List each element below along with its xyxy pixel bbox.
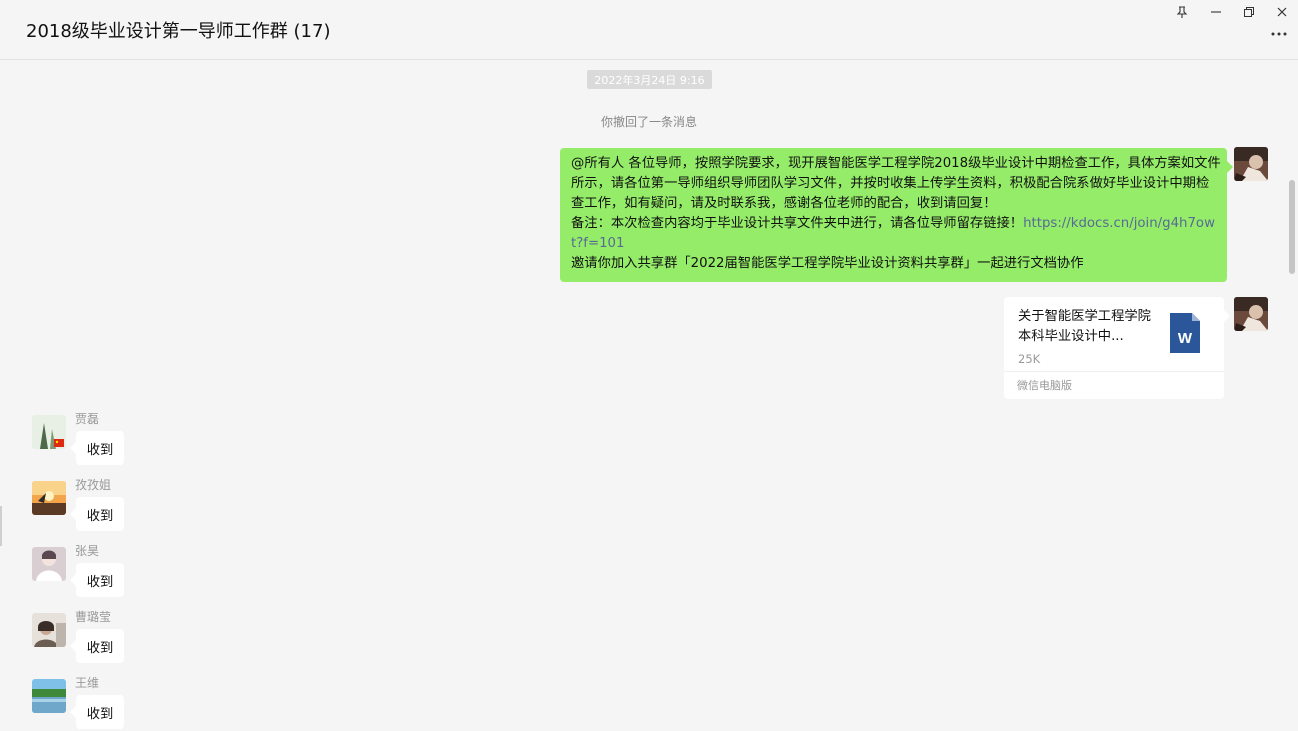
- sender-avatar[interactable]: [32, 679, 66, 713]
- sender-name: 孜孜姐: [75, 478, 112, 492]
- reply-bubble[interactable]: 收到: [70, 497, 124, 531]
- file-card-divider: [1004, 371, 1224, 372]
- minimize-button[interactable]: [1204, 2, 1228, 22]
- more-options-button[interactable]: [1268, 24, 1290, 44]
- sender-avatar[interactable]: [32, 613, 66, 647]
- svg-text:W: W: [1178, 330, 1193, 347]
- file-message-card[interactable]: 关于智能医学工程学院本科毕业设计中... W 25K 微信电脑版: [1004, 297, 1230, 399]
- sender-name: 王维: [75, 676, 100, 690]
- message-timestamp: 2022年3月24日 9:16: [587, 70, 712, 89]
- my-avatar[interactable]: [1234, 147, 1268, 181]
- minimize-icon: [1211, 11, 1221, 13]
- invite-text: 邀请你加入共享群「2022届智能医学工程学院毕业设计资料共享群」一起进行文档协作: [571, 256, 1084, 271]
- close-icon: [1277, 7, 1287, 17]
- pin-icon: [1176, 5, 1188, 18]
- sender-avatar[interactable]: [32, 547, 66, 581]
- recalled-message-notice: 你撤回了一条消息: [600, 115, 697, 129]
- reply-bubble[interactable]: 收到: [70, 563, 124, 597]
- chat-title: 2018级毕业设计第一导师工作群 (17): [26, 21, 331, 42]
- message-note: 备注：本次检查内容均于毕业设计共享文件夹中进行，请各位导师留存链接！https:…: [571, 216, 1215, 251]
- sender-name: 曹璐莹: [75, 610, 112, 624]
- title-bar: 2018级毕业设计第一导师工作群 (17): [0, 0, 1298, 60]
- chat-scrollbar[interactable]: [1289, 180, 1295, 274]
- chat-area[interactable]: 2022年3月24日 9:16 你撤回了一条消息 @所有人 各位导师，按照学院要…: [0, 60, 1298, 731]
- sender-avatar[interactable]: [32, 481, 66, 515]
- restore-button[interactable]: [1237, 2, 1261, 22]
- file-name: 关于智能医学工程学院本科毕业设计中...: [1018, 309, 1151, 344]
- panel-resize-edge[interactable]: [0, 506, 2, 546]
- close-button[interactable]: [1270, 2, 1294, 22]
- sender-name: 贾磊: [75, 412, 100, 426]
- more-icon: [1271, 32, 1287, 36]
- sender-name: 张昊: [75, 544, 100, 558]
- restore-icon: [1244, 7, 1254, 17]
- reply-bubble[interactable]: 收到: [70, 629, 124, 663]
- reply-bubble[interactable]: 收到: [70, 695, 124, 729]
- file-size: 25K: [1018, 352, 1041, 366]
- pin-button[interactable]: [1170, 2, 1194, 22]
- my-avatar[interactable]: [1234, 297, 1268, 331]
- word-file-icon: W: [1170, 313, 1200, 357]
- file-source: 微信电脑版: [1017, 379, 1072, 392]
- sent-message-bubble[interactable]: @所有人 各位导师，按照学院要求，现开展智能医学工程学院2018级毕业设计中期检…: [560, 148, 1233, 282]
- reply-bubble[interactable]: 收到: [70, 431, 124, 465]
- message-text: @所有人 各位导师，按照学院要求，现开展智能医学工程学院2018级毕业设计中期检…: [571, 156, 1221, 211]
- sender-avatar[interactable]: [32, 415, 66, 449]
